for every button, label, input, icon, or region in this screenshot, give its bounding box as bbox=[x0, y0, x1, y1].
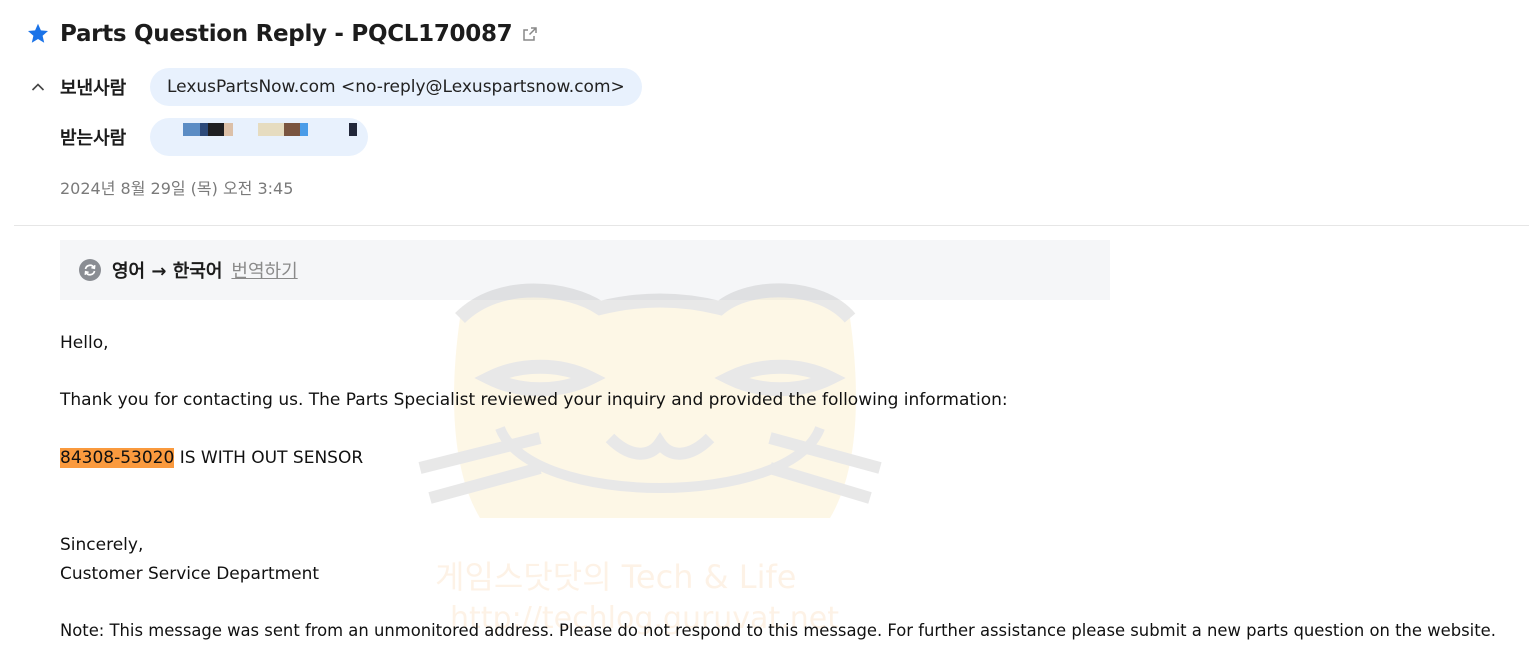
body-intro: Thank you for contacting us. The Parts S… bbox=[60, 390, 1008, 410]
subject-row: Parts Question Reply - PQCL170087 bbox=[26, 16, 538, 52]
body-note: Note: This message was sent from an unmo… bbox=[60, 621, 1496, 640]
open-external-icon[interactable] bbox=[522, 26, 538, 42]
header-divider bbox=[14, 225, 1529, 226]
watermark-text-1: 게임스닷닷의 Tech & Life bbox=[435, 558, 796, 596]
body-part-line: 84308-53020 IS WITH OUT SENSOR bbox=[60, 448, 363, 468]
body-closing: Sincerely, bbox=[60, 535, 144, 555]
sender-label: 보낸사람 bbox=[60, 78, 127, 99]
translate-bar: 영어 → 한국어 번역하기 bbox=[60, 240, 1110, 300]
translate-refresh-icon bbox=[79, 259, 101, 281]
chevron-up-icon[interactable] bbox=[30, 79, 46, 95]
email-subject: Parts Question Reply - PQCL170087 bbox=[60, 21, 513, 47]
part-note: IS WITH OUT SENSOR bbox=[174, 448, 364, 468]
sender-chip[interactable]: LexusPartsNow.com <no-reply@Lexuspartsno… bbox=[150, 68, 642, 106]
recipient-row: 받는사람 bbox=[30, 118, 368, 156]
sender-row: 보낸사람 LexusPartsNow.com <no-reply@Lexuspa… bbox=[30, 68, 642, 106]
translate-languages: 영어 → 한국어 bbox=[112, 261, 223, 282]
cat-watermark: 게임스닷닷의 Tech & Life http://techlog.guruva… bbox=[418, 283, 882, 636]
recipient-label: 받는사람 bbox=[60, 128, 127, 149]
recipient-chip[interactable] bbox=[150, 118, 368, 156]
sender-address: LexusPartsNow.com <no-reply@Lexuspartsno… bbox=[167, 77, 625, 97]
star-icon[interactable] bbox=[26, 22, 50, 46]
email-date: 2024년 8월 29일 (목) 오전 3:45 bbox=[60, 179, 294, 198]
body-greeting: Hello, bbox=[60, 333, 109, 353]
translate-button[interactable]: 번역하기 bbox=[231, 257, 297, 283]
body-signature: Customer Service Department bbox=[60, 564, 320, 584]
part-number-highlight: 84308-53020 bbox=[60, 448, 175, 468]
